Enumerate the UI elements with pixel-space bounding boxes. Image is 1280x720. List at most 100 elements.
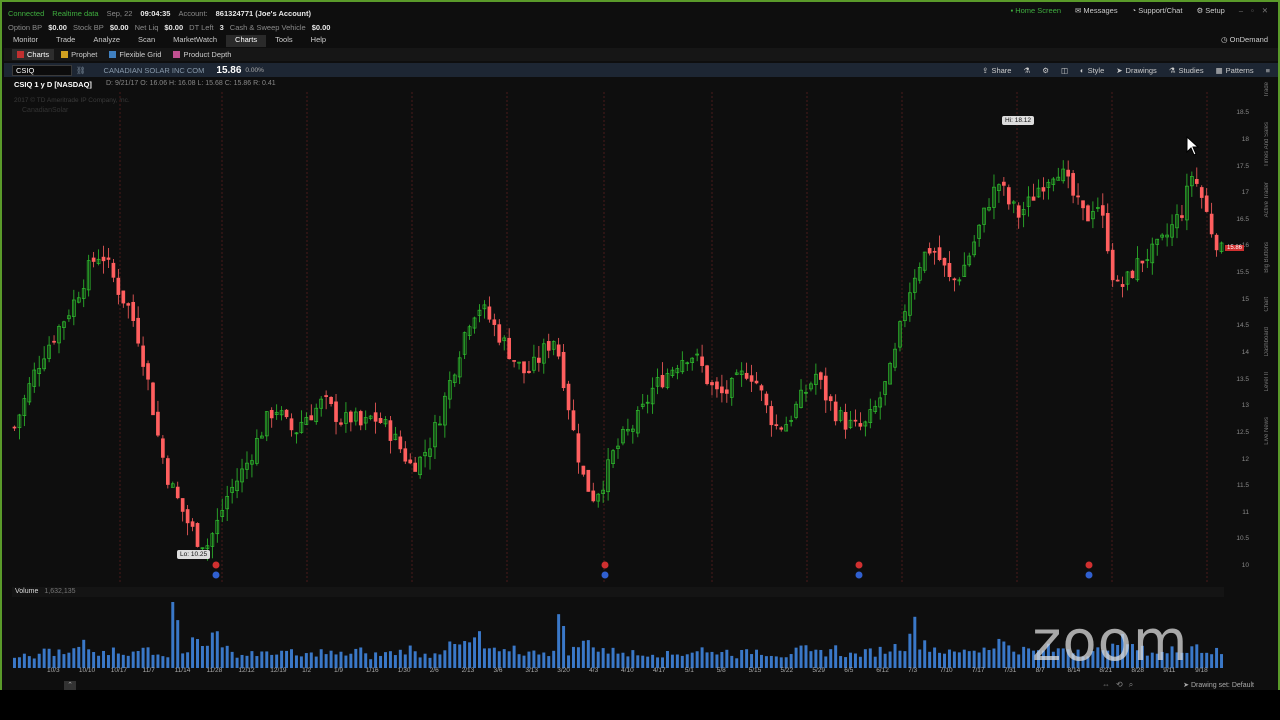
volume-bar (849, 652, 852, 668)
date-tick: 7/31 (1003, 667, 1017, 674)
share-button[interactable]: ⇪ Share (982, 66, 1011, 75)
maximize-icon[interactable]: ▫ (1251, 6, 1254, 15)
volume-bar (542, 652, 546, 668)
side-tab-chart[interactable]: Chart (1264, 297, 1276, 312)
magnifier-icon[interactable]: ⌕ (1129, 680, 1133, 690)
mouse-cursor-icon (1186, 136, 1200, 156)
earnings-marker[interactable] (1085, 561, 1093, 569)
volume-bar (497, 651, 501, 668)
date-tick: 5/22 (780, 667, 794, 674)
setup-link[interactable]: ⚙ Setup (1196, 6, 1224, 15)
balance-value: $0.00 (164, 22, 184, 32)
volume-bar (611, 647, 615, 668)
volume-bar (111, 647, 115, 668)
candle-down (546, 341, 551, 351)
volume-bar (923, 640, 927, 668)
patterns-button[interactable]: ▦ Patterns (1216, 66, 1254, 75)
date-tick: 5/29 (812, 667, 826, 674)
nav-trade[interactable]: Trade (47, 35, 84, 47)
collapse-button[interactable]: ⌃ (64, 681, 76, 690)
candle-down (161, 438, 165, 458)
candle-down (413, 462, 418, 472)
home-screen-link[interactable]: ▪ Home Screen (1010, 6, 1061, 15)
side-tab-active-trader[interactable]: Active Trader (1264, 182, 1276, 217)
candle-down (576, 433, 581, 463)
style-button[interactable]: ◐ Style (1080, 66, 1104, 75)
balance-label: DT Left (189, 22, 214, 32)
subtab-charts[interactable]: Charts (12, 49, 55, 60)
candle-down (1140, 260, 1145, 264)
candle-down (764, 393, 769, 406)
chart-title[interactable]: CSIQ 1 y D [NASDAQ] (14, 80, 92, 89)
dividend-marker[interactable] (855, 571, 863, 579)
volume-bar (552, 650, 556, 668)
nav-help[interactable]: Help (302, 35, 335, 47)
volume-bar (339, 651, 343, 668)
account-value[interactable]: 861324771 (Joe's Account) (216, 9, 311, 18)
side-tab-level-ii[interactable]: Level II (1264, 372, 1276, 391)
zoom-icon[interactable]: ◫ (1061, 66, 1068, 75)
symbol-input[interactable]: CSIQ (12, 64, 72, 76)
candle-down (853, 419, 858, 422)
volume-bar (710, 651, 714, 668)
side-tab-live-news[interactable]: Live News (1264, 417, 1276, 445)
side-tab-times-and-sales[interactable]: Times And Sales (1264, 122, 1276, 167)
pan-icon[interactable]: ⇔ (1102, 680, 1110, 690)
volume-bar (146, 647, 150, 668)
candle-down (1115, 279, 1120, 282)
volume-bar (250, 651, 254, 668)
nav-marketwatch[interactable]: MarketWatch (164, 35, 226, 47)
volume-bar (433, 653, 437, 668)
date-tick: 5/8 (716, 667, 726, 674)
volume-bar (928, 651, 932, 668)
menu-icon[interactable]: ≡ (1266, 66, 1270, 75)
subtab-product-depth[interactable]: Product Depth (168, 49, 236, 60)
messages-link[interactable]: ✉ Messages (1075, 6, 1118, 15)
volume-bar (102, 650, 106, 668)
volume-bar (982, 647, 986, 668)
side-tab-dashboard[interactable]: Dashboard (1264, 327, 1276, 356)
drawing-set-selector[interactable]: ➤ Drawing set: Default (1183, 681, 1254, 689)
price-chart[interactable] (12, 92, 1224, 582)
zoom-logo: zoom (1032, 609, 1189, 674)
nav-scan[interactable]: Scan (129, 35, 164, 47)
flask-icon[interactable]: ⚗ (1023, 66, 1030, 75)
minimize-icon[interactable]: – (1239, 6, 1243, 15)
subtab-icon (173, 51, 181, 58)
candle-down (1120, 284, 1125, 287)
link-icon[interactable]: ⛓ (76, 66, 86, 75)
realtime-status: Realtime data (52, 8, 99, 18)
nav-monitor[interactable]: Monitor (4, 35, 47, 47)
volume-bar (482, 648, 486, 668)
volume-bar (374, 652, 378, 668)
subtab-prophet[interactable]: Prophet (56, 49, 102, 60)
ondemand-button[interactable]: ◷ OnDemand (1221, 35, 1268, 44)
candle-down (586, 469, 591, 492)
volume-bar (621, 652, 625, 668)
nav-analyze[interactable]: Analyze (84, 35, 129, 47)
volume-bar (448, 641, 452, 668)
subtab-flexible-grid[interactable]: Flexible Grid (104, 49, 166, 60)
earnings-marker[interactable] (212, 561, 220, 569)
side-tab-big-buttons[interactable]: Big Buttons (1264, 242, 1276, 273)
reset-icon[interactable]: ⟲ (1116, 680, 1123, 690)
earnings-marker[interactable] (855, 561, 863, 569)
gear-icon[interactable]: ⚙ (1042, 66, 1049, 75)
dividend-marker[interactable] (601, 571, 609, 579)
dividend-marker[interactable] (1085, 571, 1093, 579)
side-tab-trade[interactable]: Trade (1264, 82, 1276, 97)
close-icon[interactable]: ✕ (1262, 6, 1268, 15)
dividend-marker[interactable] (212, 571, 220, 579)
studies-button[interactable]: ⚗ Studies (1169, 66, 1204, 75)
price-axis[interactable]: 18.5 18 17.5 17 16.5 16 15.5 15 14.5 14 13.5 13 12.5… (1224, 92, 1252, 582)
nav-tools[interactable]: Tools (266, 35, 302, 47)
drawings-button[interactable]: ➤ Drawings (1116, 66, 1157, 75)
earnings-marker[interactable] (601, 561, 609, 569)
nav-charts[interactable]: Charts (226, 35, 267, 47)
subtab-label: Flexible Grid (119, 50, 162, 59)
subtab-label: Prophet (71, 50, 98, 59)
balance-label: Net Liq (134, 22, 159, 32)
support-chat-link[interactable]: ◔ Support/Chat (1132, 6, 1183, 15)
volume-bar (215, 631, 219, 668)
price-tick: 15 (1241, 295, 1249, 303)
